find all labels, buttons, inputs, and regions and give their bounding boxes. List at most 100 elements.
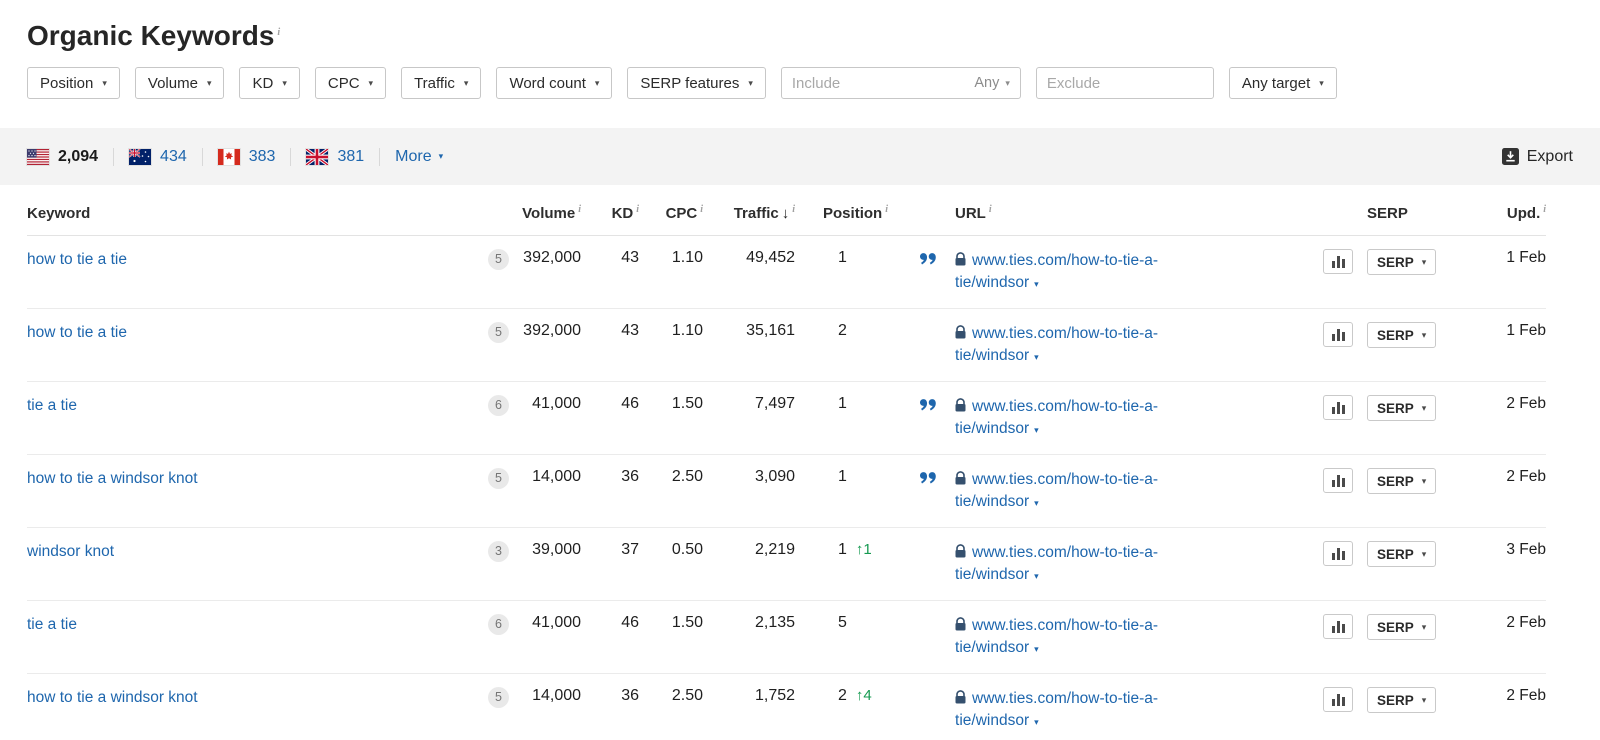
lock-icon — [955, 252, 966, 266]
position-history-chart-button[interactable] — [1323, 687, 1354, 712]
info-icon: i — [636, 204, 640, 215]
table-header-row: Keyword Volume i KD i CPC i Traffic ↓ i Posit… — [27, 185, 1547, 236]
info-icon: i — [988, 204, 992, 215]
kd-cell: 43 — [593, 308, 652, 382]
keyword-row: tie a tie 6 41,000 46 1.50 7,497 1 www.ties.com… — [27, 381, 1547, 455]
serp-features-badge[interactable]: 3 — [488, 541, 510, 562]
url-cell: www.ties.com/how-to-tie-a-tie/windsor ▾ — [945, 454, 1214, 528]
chevron-down-icon: ▾ — [1005, 77, 1010, 88]
chevron-down-icon: ▾ — [1421, 256, 1427, 267]
filter-button-traffic[interactable]: Traffic ▾ — [401, 67, 482, 99]
any-target-dropdown[interactable]: Any target ▾ — [1228, 67, 1337, 99]
url-link[interactable]: www.ties.com/how-to-tie-a-tie/windsor — [955, 252, 1158, 291]
include-mode-dropdown[interactable]: Any ▾ — [974, 75, 1020, 91]
serp-dropdown-button[interactable]: SERP ▾ — [1367, 687, 1437, 713]
serp-dropdown-button[interactable]: SERP ▾ — [1367, 541, 1437, 567]
filter-button-position[interactable]: Position ▾ — [27, 67, 120, 99]
chevron-down-icon: ▾ — [368, 77, 374, 88]
keyword-link[interactable]: tie a tie — [27, 397, 77, 414]
keyword-link[interactable]: how to tie a windsor knot — [27, 470, 198, 487]
page-header: Organic Keywords i — [0, 0, 1600, 52]
chevron-down-icon: ▾ — [282, 77, 287, 88]
traffic-cell: 49,452 — [715, 235, 808, 309]
column-header-traffic[interactable]: Traffic ↓ i — [715, 185, 808, 236]
keyword-link[interactable]: how to tie a tie — [27, 324, 127, 341]
keyword-link[interactable]: how to tie a tie — [27, 251, 127, 268]
column-header-volume[interactable]: Volume i — [509, 185, 594, 236]
export-button[interactable]: Export — [1501, 148, 1573, 166]
country-tab-australia[interactable]: 434 — [129, 148, 187, 166]
chevron-down-icon[interactable]: ▾ — [1034, 425, 1039, 435]
bar-chart-icon — [1331, 255, 1345, 268]
url-link[interactable]: www.ties.com/how-to-tie-a-tie/windsor — [955, 471, 1158, 510]
keywords-table-body: how to tie a tie 5 392,000 43 1.10 49,452 1 www… — [27, 235, 1547, 740]
country-tab-united-states[interactable]: 2,094 — [27, 148, 98, 166]
filter-button-cpc[interactable]: CPC ▾ — [314, 67, 387, 99]
column-header-cpc[interactable]: CPC i — [651, 185, 716, 236]
filter-button-kd[interactable]: KD ▾ — [239, 67, 300, 99]
keyword-link[interactable]: tie a tie — [27, 616, 77, 633]
country-keyword-count: 383 — [248, 147, 276, 165]
column-header-url[interactable]: URL i — [945, 185, 1214, 236]
chevron-down-icon[interactable]: ▾ — [1034, 498, 1039, 508]
serp-features-badge[interactable]: 5 — [488, 468, 510, 489]
position-cell: 1 ↑1 — [807, 527, 904, 601]
serp-features-badge[interactable]: 5 — [488, 249, 510, 270]
include-input[interactable] — [781, 74, 975, 92]
serp-features-badge[interactable]: 5 — [488, 322, 510, 343]
country-tab-united-kingdom[interactable]: 381 — [306, 148, 364, 166]
featured-snippet-cell — [903, 600, 946, 674]
serp-dropdown-button[interactable]: SERP ▾ — [1367, 249, 1437, 275]
column-header-serp[interactable]: SERP — [1363, 185, 1464, 236]
url-link[interactable]: www.ties.com/how-to-tie-a-tie/windsor — [955, 325, 1158, 364]
volume-cell: 14,000 — [509, 454, 594, 528]
info-icon: i — [885, 204, 888, 215]
chevron-down-icon: ▾ — [1421, 475, 1427, 486]
position-history-chart-button[interactable] — [1323, 322, 1354, 347]
more-countries-dropdown[interactable]: More ▾ — [395, 148, 443, 166]
featured-snippet-quote-icon — [920, 399, 936, 411]
info-icon: i — [277, 26, 281, 38]
cpc-cell: 1.50 — [651, 381, 716, 455]
keyword-link[interactable]: how to tie a windsor knot — [27, 689, 198, 706]
serp-features-badge[interactable]: 6 — [488, 395, 510, 416]
position-history-chart-button[interactable] — [1323, 249, 1354, 274]
filter-button-serp-features[interactable]: SERP features ▾ — [627, 67, 766, 99]
serp-dropdown-button[interactable]: SERP ▾ — [1367, 395, 1437, 421]
column-header-keyword[interactable]: Keyword — [27, 185, 510, 236]
serp-dropdown-button[interactable]: SERP ▾ — [1367, 322, 1437, 348]
chevron-down-icon[interactable]: ▾ — [1034, 717, 1039, 727]
position-history-chart-button[interactable] — [1323, 468, 1354, 493]
position-history-chart-button[interactable] — [1323, 541, 1354, 566]
column-header-updated[interactable]: Upd. i — [1463, 185, 1547, 236]
featured-snippet-cell — [903, 235, 946, 309]
bar-chart-icon — [1331, 328, 1345, 341]
united-kingdom-flag-icon — [306, 148, 329, 165]
serp-features-badge[interactable]: 6 — [488, 614, 510, 635]
filter-button-word-count[interactable]: Word count ▾ — [496, 67, 613, 99]
url-link[interactable]: www.ties.com/how-to-tie-a-tie/windsor — [955, 690, 1158, 729]
url-link[interactable]: www.ties.com/how-to-tie-a-tie/windsor — [955, 398, 1158, 437]
chevron-down-icon[interactable]: ▾ — [1034, 644, 1039, 654]
filter-button-volume[interactable]: Volume ▾ — [134, 67, 225, 99]
chevron-down-icon: ▾ — [1421, 621, 1427, 632]
url-link[interactable]: www.ties.com/how-to-tie-a-tie/windsor — [955, 617, 1158, 656]
column-header-position[interactable]: Position i — [807, 185, 904, 236]
chevron-down-icon[interactable]: ▾ — [1034, 571, 1039, 581]
serp-features-badge[interactable]: 5 — [488, 687, 510, 708]
position-history-chart-button[interactable] — [1323, 395, 1354, 420]
chevron-down-icon[interactable]: ▾ — [1034, 279, 1039, 289]
chevron-down-icon[interactable]: ▾ — [1034, 352, 1039, 362]
bar-chart-icon — [1331, 401, 1345, 414]
featured-snippet-quote-icon — [920, 253, 936, 265]
traffic-cell: 1,752 — [715, 673, 808, 740]
serp-dropdown-button[interactable]: SERP ▾ — [1367, 468, 1437, 494]
keyword-link[interactable]: windsor knot — [27, 543, 114, 560]
column-header-kd[interactable]: KD i — [593, 185, 652, 236]
serp-dropdown-button[interactable]: SERP ▾ — [1367, 614, 1437, 640]
exclude-input[interactable] — [1035, 67, 1214, 99]
url-link[interactable]: www.ties.com/how-to-tie-a-tie/windsor — [955, 544, 1158, 583]
country-tab-canada[interactable]: 383 — [217, 147, 276, 166]
position-cell: 1 — [807, 235, 904, 309]
position-history-chart-button[interactable] — [1323, 614, 1354, 639]
